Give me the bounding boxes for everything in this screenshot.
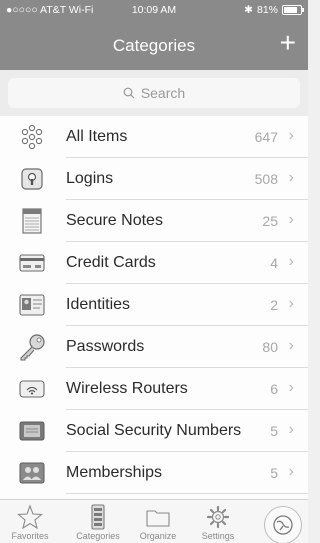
tab-bar: Favorites Categories Organize Settings — [0, 499, 308, 543]
category-row-identities[interactable]: Identities 2 › — [0, 284, 308, 326]
battery-percent: 81% — [256, 4, 278, 16]
chevron-right-icon: › — [288, 253, 294, 270]
category-count: 5 — [270, 423, 278, 439]
category-label: Social Security Numbers — [66, 422, 242, 439]
category-count: 647 — [254, 129, 278, 145]
quick-action-button[interactable] — [264, 506, 302, 543]
tab-label: Categories — [76, 531, 120, 541]
category-label: Identities — [66, 296, 131, 313]
category-row-all-items[interactable]: All Items 647 › — [0, 116, 308, 158]
tab-settings[interactable]: Settings — [190, 504, 246, 541]
bluetooth-icon: ✱ — [244, 4, 253, 16]
credit-card-icon — [18, 250, 46, 276]
search-icon — [123, 87, 135, 99]
folder-icon — [146, 510, 170, 527]
chevron-right-icon: › — [288, 337, 294, 354]
secure-note-icon — [18, 208, 46, 234]
status-right: ✱ 81% — [244, 4, 304, 16]
tab-label: Organize — [139, 531, 177, 541]
tab-label: Favorites — [11, 531, 49, 541]
gear-icon — [206, 505, 230, 529]
chevron-right-icon: › — [288, 127, 294, 144]
category-row-social-security-numbers[interactable]: Social Security Numbers 5 › — [0, 410, 308, 452]
divider — [66, 493, 308, 494]
category-label: All Items — [66, 128, 128, 145]
category-count: 80 — [262, 339, 278, 355]
search-bar: Search — [0, 70, 308, 116]
tab-categories[interactable]: Categories — [70, 504, 126, 541]
category-count: 6 — [270, 381, 278, 397]
category-label: Wireless Routers — [66, 380, 188, 397]
category-row-secure-notes[interactable]: Secure Notes 25 › — [0, 200, 308, 242]
chevron-right-icon: › — [288, 421, 294, 438]
category-row-wireless-routers[interactable]: Wireless Routers 6 › — [0, 368, 308, 410]
category-label: Logins — [66, 170, 114, 187]
battery-icon — [282, 5, 304, 15]
chevron-right-icon: › — [288, 379, 294, 396]
tab-label: Settings — [201, 531, 235, 541]
chevron-right-icon: › — [288, 169, 294, 186]
star-icon — [17, 504, 43, 530]
search-placeholder: Search — [140, 85, 186, 101]
identity-icon — [18, 292, 46, 318]
search-input[interactable]: Search — [8, 78, 300, 108]
category-row-memberships[interactable]: Memberships 5 › — [0, 452, 308, 494]
category-label: Secure Notes — [66, 212, 163, 229]
category-count: 25 — [262, 213, 278, 229]
all-items-icon — [18, 124, 46, 150]
category-count: 4 — [270, 255, 278, 271]
app-screen: ●○○○○ AT&T Wi-Fi 10:09 AM ✱ 81% Categori… — [0, 0, 308, 543]
key-icon — [18, 334, 46, 361]
category-label: Credit Cards — [66, 254, 156, 271]
category-count: 5 — [270, 465, 278, 481]
category-row-passwords[interactable]: Passwords 80 › — [0, 326, 308, 368]
login-icon — [18, 166, 46, 192]
navigation-bar: Categories + — [0, 22, 308, 70]
category-row-logins[interactable]: Logins 508 › — [0, 158, 308, 200]
category-list: All Items 647 › Logins 508 › Secure Note… — [0, 116, 308, 494]
category-label: Passwords — [66, 338, 145, 355]
category-row-credit-cards[interactable]: Credit Cards 4 › — [0, 242, 308, 284]
membership-icon — [18, 460, 46, 486]
router-icon — [18, 376, 46, 402]
tab-organize[interactable]: Organize — [130, 504, 186, 541]
globe-icon — [273, 515, 293, 535]
tab-favorites[interactable]: Favorites — [2, 504, 58, 541]
category-label: Memberships — [66, 464, 163, 481]
page-title: Categories — [112, 36, 196, 55]
chevron-right-icon: › — [288, 295, 294, 312]
add-button[interactable]: + — [280, 28, 296, 58]
chevron-right-icon: › — [288, 211, 294, 228]
category-count: 508 — [254, 171, 278, 187]
status-bar: ●○○○○ AT&T Wi-Fi 10:09 AM ✱ 81% — [0, 0, 308, 22]
category-count: 2 — [270, 297, 278, 313]
chevron-right-icon: › — [288, 463, 294, 480]
categories-icon — [91, 504, 105, 530]
ssn-card-icon — [18, 418, 46, 444]
